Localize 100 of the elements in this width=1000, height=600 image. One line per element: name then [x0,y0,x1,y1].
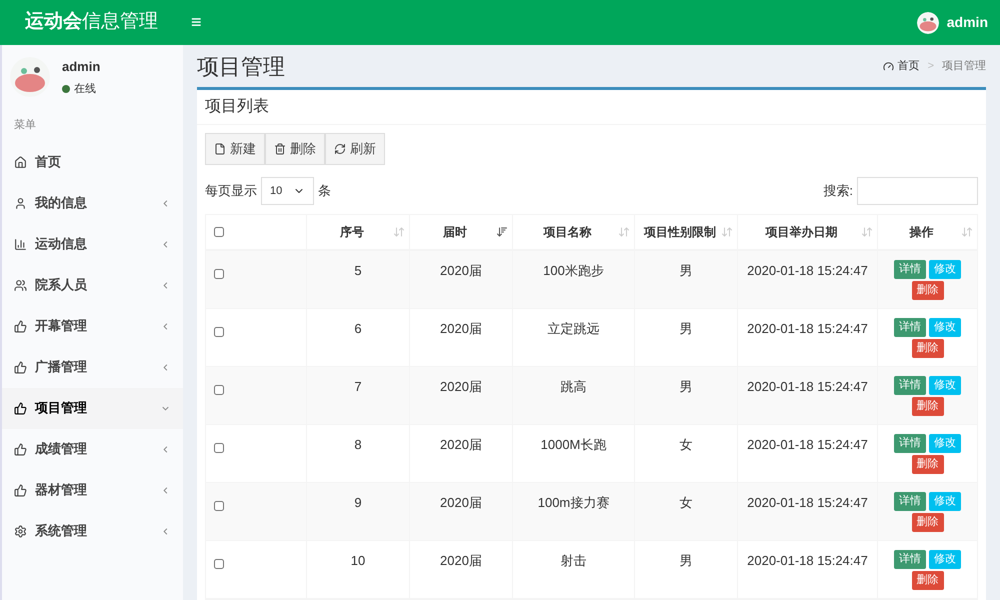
table-cell-text: 女 [680,494,692,512]
row-checkbox[interactable] [214,269,224,279]
table-cell-text: 男 [680,378,692,396]
column-header[interactable]: 届时 [409,215,512,249]
sidebar-user-name: admin [62,58,100,76]
table-cell-text: 5 [354,262,362,280]
table-cell-text: 跳高 [560,378,586,396]
table-cell-text: 2020-01-18 15:24:47 [747,494,868,512]
sidebar-item[interactable]: 成绩管理 [2,428,183,470]
breadcrumb-separator: > [928,58,934,74]
page-size-label: 每页显示 [205,182,257,200]
sidebar-item[interactable]: 系统管理 [2,510,183,552]
row-action-button[interactable]: 删除 [912,571,944,590]
refresh-icon [334,143,346,155]
table-cell-text: 2020-01-18 15:24:47 [747,320,868,338]
row-checkbox[interactable] [214,385,224,395]
row-action-button[interactable]: 详情 [894,376,926,395]
sidebar-item[interactable]: 开幕管理 [2,306,183,346]
table-cell-text: 1000M长跑 [540,436,606,454]
table-cell-text: 6 [354,320,362,338]
row-action-button[interactable]: 详情 [894,434,926,453]
row-action-button[interactable]: 删除 [912,397,944,416]
row-checkbox[interactable] [214,327,224,337]
sidebar-item[interactable]: 器材管理 [2,470,183,510]
table-cell-text: 7 [354,378,362,396]
sort-icon [961,226,973,238]
sort-icon [618,226,630,238]
table-cell-text: 2020届 [440,494,482,512]
row-action-button[interactable]: 详情 [894,260,926,279]
sort-icon [861,226,873,238]
row-action-button[interactable]: 删除 [912,455,944,474]
thumbs-up-icon [14,484,27,496]
toolbar-button[interactable]: 刷新 [325,133,385,165]
table-cell-text: 2020-01-18 15:24:47 [747,378,868,396]
breadcrumb-current: 项目管理 [942,58,986,74]
table-cell-text: 2020-01-18 15:24:47 [747,262,868,280]
row-action-button[interactable]: 删除 [912,339,944,358]
user-icon [14,196,27,210]
file-icon [214,143,226,155]
toolbar-button[interactable]: 新建 [205,133,265,165]
table-cell-text: 100米跑步 [543,262,604,280]
table-cell-text: 男 [680,262,692,280]
row-action-button[interactable]: 详情 [894,492,926,511]
page-size-select[interactable]: 10 [261,177,314,205]
table-cell-text: 10 [350,552,366,570]
online-status: 在线 [74,82,96,96]
table-cell-text: 8 [354,436,362,454]
select-all-checkbox[interactable] [214,227,224,237]
sidebar-item[interactable]: 我的信息 [2,182,183,224]
table-cell-text: 男 [680,552,692,570]
row-action-button[interactable]: 详情 [894,550,926,569]
table-cell-text: 100m接力赛 [538,494,610,512]
thumbs-up-icon [14,320,27,332]
avatar-icon [916,12,939,34]
trash-icon [274,143,286,155]
table-cell-text: 2020-01-18 15:24:47 [747,552,868,570]
table-cell-text: 2020届 [440,262,482,280]
table-cell-text: 2020届 [440,552,482,570]
sidebar-item[interactable]: 项目管理 [2,388,183,428]
avatar-icon [10,57,50,97]
table-cell-text: 立定跳远 [548,320,600,338]
row-action-button[interactable]: 删除 [912,281,944,300]
thumbs-up-icon [14,360,27,374]
page-title: 项目管理 [197,52,286,80]
row-checkbox[interactable] [214,443,224,453]
dashboard-icon [882,60,894,72]
column-header[interactable]: 操作 [877,215,977,249]
column-header[interactable]: 序号 [306,215,409,249]
home-icon [14,156,27,168]
sidebar-item[interactable]: 运动信息 [2,224,183,264]
sort-icon [393,226,405,238]
row-action-button[interactable]: 删除 [912,513,944,532]
search-field[interactable] [857,177,978,205]
column-header[interactable]: 项目性别限制 [634,215,737,249]
sidebar-item[interactable]: 广播管理 [2,346,183,388]
thumbs-up-icon [14,442,27,456]
row-checkbox[interactable] [214,501,224,511]
column-header[interactable]: 项目举办日期 [737,215,877,249]
table-cell-text: 女 [680,436,692,454]
table-cell-text: 男 [680,320,692,338]
thumbs-up-icon [14,402,27,414]
users-icon [14,278,27,292]
toolbar-button[interactable]: 删除 [265,133,325,165]
table-cell-text: 2020-01-18 15:24:47 [747,436,868,454]
row-action-button[interactable]: 详情 [894,318,926,337]
row-checkbox[interactable] [214,559,224,569]
menu-heading: 菜单 [13,118,37,133]
panel-title: 项目列表 [205,96,269,117]
table-cell-text: 9 [354,494,362,512]
sort-desc-icon [496,226,508,238]
column-header[interactable]: 项目名称 [512,215,634,249]
bar-chart-icon [14,238,27,250]
sidebar-item[interactable]: 院系人员 [2,264,183,306]
sidebar-item[interactable]: 首页 [2,142,183,182]
table-cell-text: 2020届 [440,378,482,396]
table-cell-text: 射击 [560,552,586,570]
sort-icon [721,226,733,238]
breadcrumb-link[interactable]: 首页 [898,58,920,74]
settings-icon [14,524,27,538]
search-label: 搜索: [823,182,853,200]
